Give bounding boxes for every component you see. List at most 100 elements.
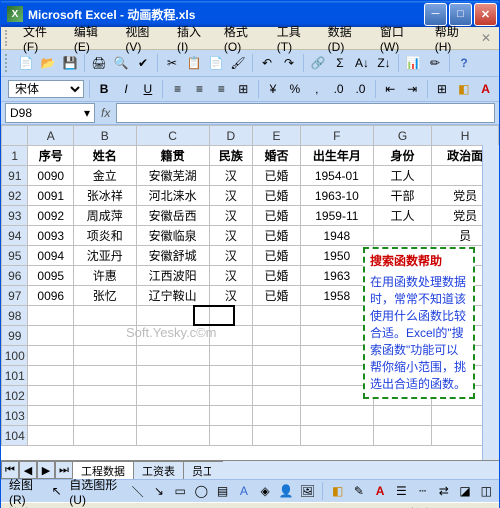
cell[interactable] [28,386,74,406]
cell[interactable]: 出生年月 [300,146,373,166]
cell[interactable] [209,346,252,366]
row-header[interactable]: 91 [2,166,28,186]
cell[interactable] [28,306,74,326]
cell[interactable] [28,426,74,446]
cell[interactable]: 民族 [209,146,252,166]
underline-icon[interactable]: U [138,79,157,99]
row-header[interactable]: 96 [2,266,28,286]
copy-icon[interactable]: 📋 [184,53,204,73]
column-header-F[interactable]: F [300,126,373,146]
cell[interactable]: 张冰祥 [74,186,137,206]
cell[interactable]: 1963-10 [300,186,373,206]
column-header-A[interactable]: A [28,126,74,146]
cell[interactable] [136,366,209,386]
sort-asc-icon[interactable]: A↓ [352,53,372,73]
spell-icon[interactable]: ✔ [133,53,153,73]
menu-edit[interactable]: 编辑(E) [68,21,120,56]
cell[interactable]: 0093 [28,226,74,246]
cell[interactable]: 安徽岳西 [136,206,209,226]
cell[interactable]: 已婚 [253,226,301,246]
3d-icon[interactable]: ◫ [478,481,495,501]
cell[interactable] [136,346,209,366]
cell[interactable]: 汉 [209,286,252,306]
cell[interactable] [209,326,252,346]
cell[interactable]: 汉 [209,186,252,206]
select-all-button[interactable] [2,126,28,146]
paste-icon[interactable]: 📄 [206,53,226,73]
cell[interactable]: 安徽芜湖 [136,166,209,186]
cell[interactable] [373,426,431,446]
cell[interactable]: 已婚 [253,166,301,186]
oval-icon[interactable]: ◯ [193,481,210,501]
chart-icon[interactable]: 📊 [403,53,423,73]
menu-tools[interactable]: 工具(T) [271,21,322,56]
cell[interactable]: 沈亚丹 [74,246,137,266]
cell[interactable]: 汉 [209,226,252,246]
cell[interactable] [28,366,74,386]
cell[interactable] [74,326,137,346]
dec-decimal-icon[interactable]: .0 [351,79,370,99]
cell[interactable] [300,406,373,426]
column-header-B[interactable]: B [74,126,137,146]
menubar-grip[interactable] [5,30,13,46]
new-icon[interactable]: 📄 [16,53,36,73]
cell[interactable] [28,326,74,346]
cell[interactable]: 干部 [373,186,431,206]
cell[interactable] [209,366,252,386]
column-header-E[interactable]: E [253,126,301,146]
line-style-icon[interactable]: ☰ [393,481,410,501]
cell[interactable]: 籍贯 [136,146,209,166]
row-header[interactable]: 101 [2,366,28,386]
row-header[interactable]: 94 [2,226,28,246]
menu-data[interactable]: 数据(D) [322,21,374,56]
cell[interactable]: 汉 [209,166,252,186]
cell[interactable] [136,406,209,426]
sheet-tab-2[interactable]: 工资表 [133,461,184,480]
sort-desc-icon[interactable]: Z↓ [374,53,394,73]
cell[interactable] [373,406,431,426]
cell[interactable] [136,326,209,346]
italic-icon[interactable]: I [117,79,136,99]
comma-icon[interactable]: , [307,79,326,99]
row-header[interactable]: 100 [2,346,28,366]
horizontal-scrollbar[interactable] [211,462,483,479]
row-header[interactable]: 102 [2,386,28,406]
cell[interactable]: 安徽舒城 [136,246,209,266]
align-right-icon[interactable]: ≡ [212,79,231,99]
vertical-scrollbar[interactable] [482,145,499,461]
menu-format[interactable]: 格式(O) [218,21,271,56]
inc-decimal-icon[interactable]: .0 [329,79,348,99]
row-header[interactable]: 99 [2,326,28,346]
clipart-icon[interactable]: 👤 [278,481,295,501]
cell[interactable] [74,426,137,446]
cell[interactable] [28,346,74,366]
link-icon[interactable]: 🔗 [308,53,328,73]
row-header[interactable]: 95 [2,246,28,266]
shadow-icon[interactable]: ◪ [456,481,473,501]
font-name-combo[interactable]: 宋体 [8,80,84,98]
cell[interactable] [74,306,137,326]
align-left-icon[interactable]: ≡ [168,79,187,99]
doc-close-button[interactable]: ✕ [481,31,491,45]
cell[interactable] [253,306,301,326]
cell[interactable]: 姓名 [74,146,137,166]
font-color2-icon[interactable]: A [371,481,388,501]
wordart-icon[interactable]: A [235,481,252,501]
cell[interactable] [74,346,137,366]
tab-nav-next-icon[interactable]: ▶ [37,461,55,479]
cell[interactable]: 婚否 [253,146,301,166]
drawing-icon[interactable]: ✏ [425,53,445,73]
cell[interactable]: 身份 [373,146,431,166]
sheet-tab-1[interactable]: 工程数据 [72,461,134,480]
name-box[interactable]: D98▾ [5,103,95,123]
cell[interactable] [253,406,301,426]
cell[interactable] [253,346,301,366]
fill-icon[interactable]: ◧ [329,481,346,501]
row-header[interactable]: 97 [2,286,28,306]
cell[interactable]: 工人 [373,206,431,226]
autoshapes-menu[interactable]: 自选图形(U) [69,476,125,507]
cell[interactable]: 0091 [28,186,74,206]
cell[interactable]: 辽宁鞍山 [136,286,209,306]
cell[interactable]: 1954-01 [300,166,373,186]
preview-icon[interactable]: 🔍 [111,53,131,73]
